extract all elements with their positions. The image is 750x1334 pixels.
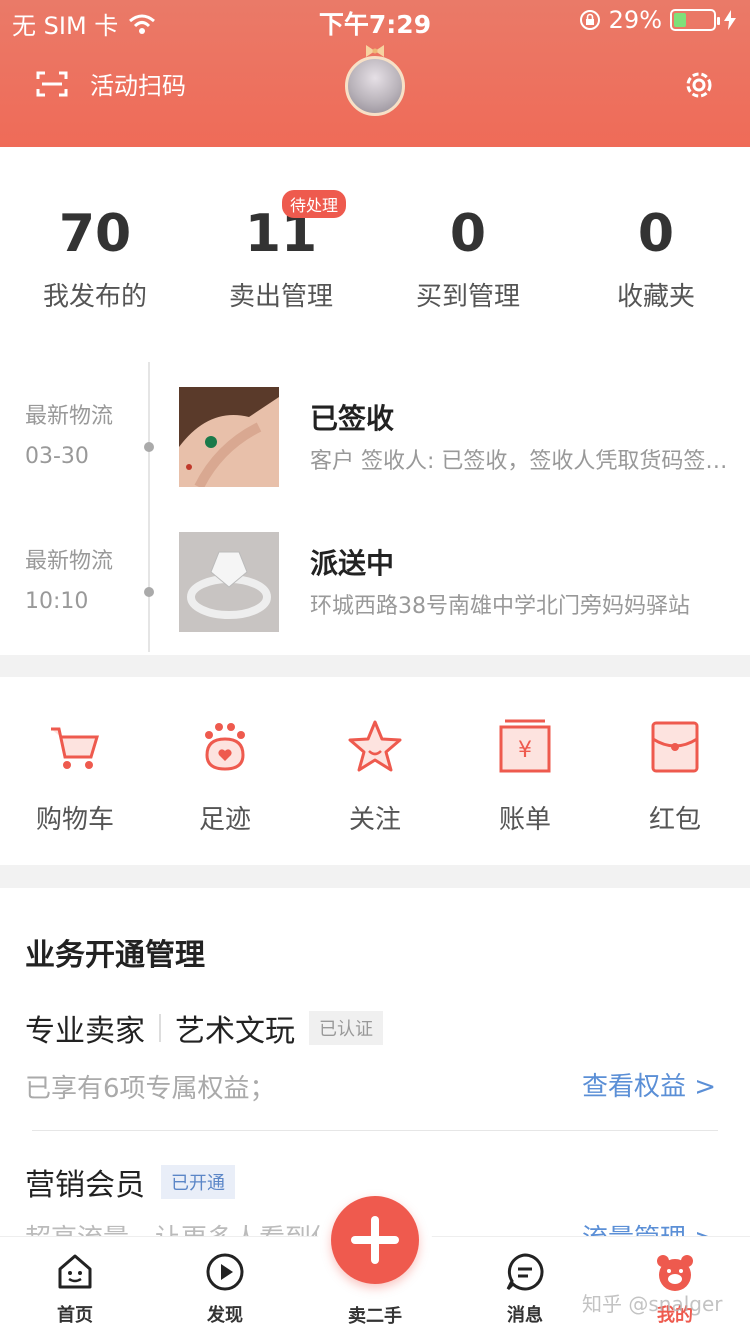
tab-home[interactable]: 首页	[15, 1251, 135, 1327]
settings-gear-icon[interactable]	[682, 68, 716, 102]
tool-bill[interactable]: ¥ 账单	[450, 717, 600, 836]
stat-published[interactable]: 70 我发布的	[0, 202, 190, 313]
tab-label: 发现	[207, 1305, 243, 1326]
stat-label: 买到管理	[415, 282, 520, 312]
shipment-status: 已签收	[310, 402, 395, 435]
shipment-desc: 环城西路38号南雄中学北门旁妈妈驿站	[310, 594, 690, 619]
sell-fab-button[interactable]	[331, 1196, 419, 1284]
rotation-lock-icon	[579, 10, 600, 30]
view-benefits-link[interactable]: 查看权益 >	[582, 1066, 716, 1103]
star-icon	[348, 720, 402, 772]
timeline-dot	[144, 442, 154, 452]
bear-face-icon	[657, 1255, 693, 1291]
tool-footprint[interactable]: 足迹	[150, 717, 300, 836]
play-circle-icon	[206, 1253, 244, 1291]
sell-label: 卖二手	[348, 1306, 402, 1327]
scan-button[interactable]: 活动扫码	[36, 66, 186, 101]
divider	[159, 1014, 161, 1042]
battery-icon	[670, 9, 720, 31]
battery-percent: 29%	[608, 6, 662, 34]
shipment-date: 10:10	[25, 589, 89, 614]
scan-label: 活动扫码	[90, 72, 186, 100]
tool-follow[interactable]: 关注	[300, 717, 450, 836]
tab-label: 消息	[507, 1305, 543, 1326]
tab-messages[interactable]: 消息	[465, 1251, 585, 1327]
quick-tools: 购物车 足迹 关注 ¥ 账单 红包	[0, 677, 750, 865]
pending-badge: 待处理	[282, 190, 347, 218]
plus-icon	[351, 1216, 399, 1264]
stat-favorites[interactable]: 0 收藏夹	[561, 202, 750, 313]
shipment-date: 03-30	[25, 444, 89, 469]
message-icon	[506, 1253, 544, 1291]
activated-badge: 已开通	[161, 1165, 235, 1199]
divider	[32, 1130, 718, 1131]
tool-label: 关注	[348, 805, 401, 835]
stat-sold[interactable]: 11 卖出管理 待处理	[186, 190, 376, 313]
stat-value: 0	[449, 204, 487, 264]
seller-category: 艺术文玩	[175, 1014, 295, 1049]
tool-label: 购物车	[35, 805, 114, 835]
timeline-dot	[144, 587, 154, 597]
tab-discover[interactable]: 发现	[165, 1251, 285, 1327]
red-envelope-icon	[651, 721, 699, 773]
tool-cart[interactable]: 购物车	[0, 717, 150, 836]
marketing-member: 营销会员	[25, 1168, 145, 1203]
profile-header: 无 SIM 卡 下午7:29 29% 活动扫码	[0, 0, 750, 147]
charging-icon	[724, 10, 736, 30]
bill-icon: ¥	[499, 719, 551, 773]
shipment-status: 派送中	[310, 547, 395, 580]
shipment-desc: 客户 签收人: 已签收，签收人凭取货码签收。	[310, 449, 730, 474]
shipment-item[interactable]: 最新物流 03-30 已签收 客户 签收人: 已签收，签收人凭取货码签收。	[0, 387, 750, 507]
tool-label: 足迹	[198, 805, 251, 835]
tab-label: 首页	[57, 1305, 93, 1326]
verified-badge: 已认证	[309, 1011, 383, 1045]
stat-label: 卖出管理	[228, 282, 333, 312]
business-benefits-text: 已享有6项专属权益；	[25, 1074, 276, 1104]
cart-icon	[51, 727, 100, 769]
status-bar: 无 SIM 卡 下午7:29 29%	[0, 0, 750, 40]
watermark: 知乎 @snalger	[582, 1292, 723, 1316]
stat-value: 70	[58, 204, 132, 264]
ring-photo-thumbnail	[179, 387, 279, 487]
stat-label: 收藏夹	[616, 282, 695, 312]
stat-label: 我发布的	[42, 282, 147, 312]
business-row-marketing[interactable]: 营销会员 已开通	[25, 1160, 235, 1204]
avatar[interactable]	[345, 56, 405, 116]
shipment-label: 最新物流	[25, 549, 114, 574]
seller-type: 专业卖家	[25, 1014, 145, 1049]
svg-text:¥: ¥	[518, 738, 532, 763]
stats-panel: 70 我发布的 11 卖出管理 待处理 0 买到管理 0 收藏夹 最新物流 03…	[0, 147, 750, 655]
diamond-ring-thumbnail	[179, 532, 279, 632]
business-title: 业务开通管理	[25, 938, 205, 973]
tool-label: 红包	[648, 805, 701, 835]
tool-label: 账单	[498, 805, 551, 835]
home-icon	[58, 1254, 92, 1289]
shipment-label: 最新物流	[25, 404, 114, 429]
stat-value: 0	[637, 204, 675, 264]
paw-icon	[205, 723, 245, 771]
shipment-item[interactable]: 最新物流 10:10 派送中 环城西路38号南雄中学北门旁妈妈驿站	[0, 532, 750, 652]
tool-red-envelope[interactable]: 红包	[600, 717, 750, 836]
stat-bought[interactable]: 0 买到管理	[373, 202, 563, 313]
stat-value: 11	[244, 204, 318, 264]
business-row-seller[interactable]: 专业卖家 艺术文玩 已认证	[25, 1006, 383, 1050]
scan-icon	[36, 71, 68, 96]
